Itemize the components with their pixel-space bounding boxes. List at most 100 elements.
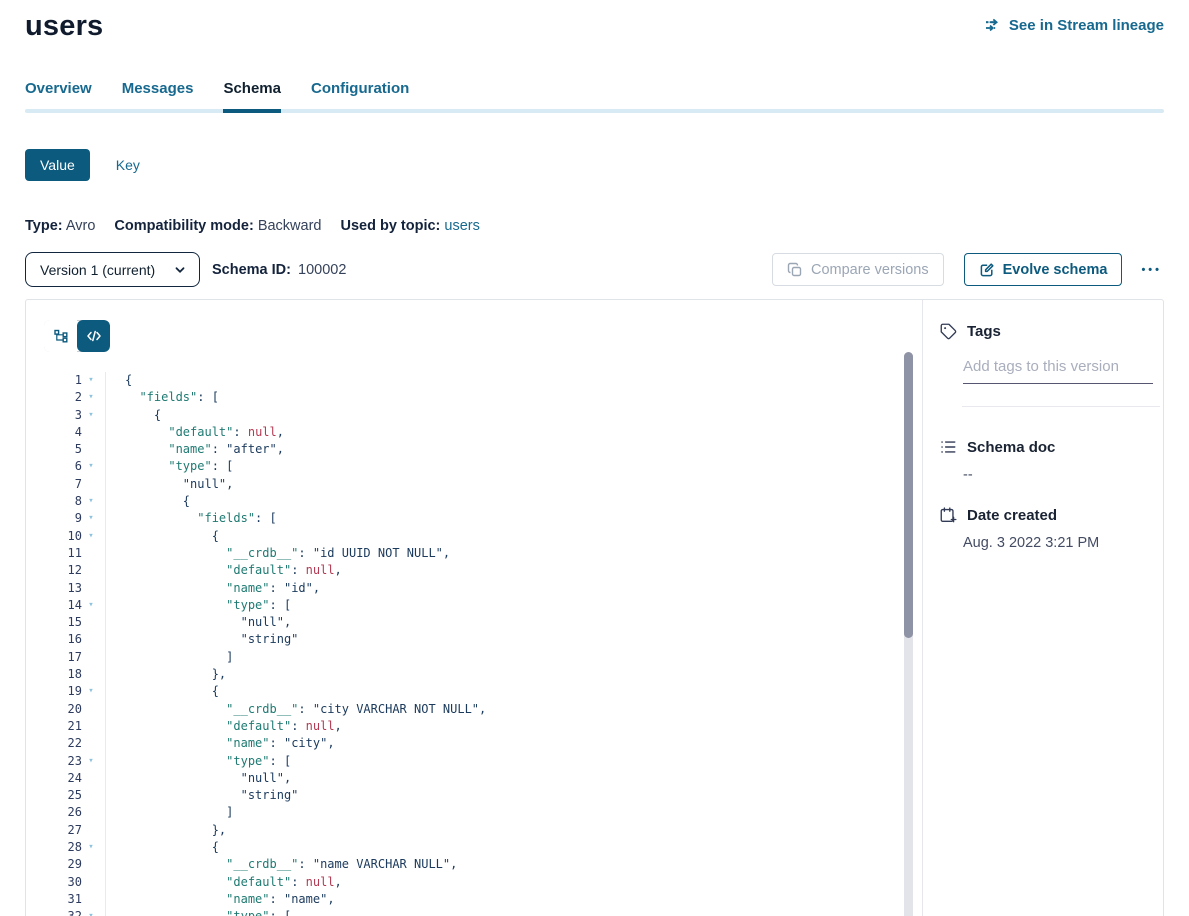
code-text: "type": [ (106, 597, 291, 614)
code-line: 28▾ { (44, 839, 922, 856)
code-line: 11 "__crdb__": "id UUID NOT NULL", (44, 545, 922, 562)
tab-overview[interactable]: Overview (25, 80, 92, 109)
compatibility-label: Compatibility mode: (114, 218, 253, 234)
fold-toggle-icon[interactable]: ▾ (82, 458, 100, 475)
value-tab-button[interactable]: Value (25, 149, 90, 181)
compare-versions-button[interactable]: Compare versions (772, 253, 944, 286)
code-line: 14▾ "type": [ (44, 597, 922, 614)
fold-toggle-icon[interactable]: ▾ (82, 683, 100, 700)
schema-page: users See in Stream lineage Overview Mess… (0, 0, 1189, 916)
code-line: 21 "default": null, (44, 718, 922, 735)
code-line: 12 "default": null, (44, 562, 922, 579)
fold-toggle-icon[interactable]: ▾ (82, 389, 100, 406)
tab-schema[interactable]: Schema (223, 80, 281, 109)
fold-toggle-icon[interactable]: ▾ (82, 407, 100, 424)
tabs: Overview Messages Schema Configuration (25, 80, 1164, 109)
fold-gutter (82, 545, 100, 562)
schema-id-label: Schema ID: (212, 262, 291, 278)
fold-toggle-icon[interactable]: ▾ (82, 493, 100, 510)
type-value: Avro (66, 218, 96, 234)
code-line: 27 }, (44, 822, 922, 839)
fold-toggle-icon[interactable]: ▾ (82, 597, 100, 614)
code-line: 5 "name": "after", (44, 441, 922, 458)
calendar-icon (939, 506, 957, 524)
code-line: 7 "null", (44, 476, 922, 493)
fold-gutter (82, 631, 100, 648)
code-text: "type": [ (106, 458, 233, 475)
tags-title: Tags (967, 323, 1001, 340)
schema-code-pane: 1▾{2▾ "fields": [3▾ {4 "default": null,5… (26, 300, 922, 916)
compatibility-value: Backward (258, 218, 322, 234)
line-number: 1 (44, 372, 82, 389)
type-label: Type: (25, 218, 63, 234)
line-number: 32 (44, 908, 82, 916)
fold-toggle-icon[interactable]: ▾ (82, 839, 100, 856)
key-tab-link[interactable]: Key (116, 157, 140, 173)
more-options-button[interactable]: ••• (1139, 260, 1164, 280)
code-text: "type": [ (106, 753, 291, 770)
line-number: 10 (44, 528, 82, 545)
fold-toggle-icon[interactable]: ▾ (82, 908, 100, 916)
version-select[interactable]: Version 1 (current) (25, 252, 200, 287)
version-select-value: Version 1 (current) (40, 262, 155, 278)
compare-icon (787, 262, 803, 278)
used-by-topic-link[interactable]: users (444, 218, 479, 234)
code-text: }, (106, 666, 226, 683)
line-number: 12 (44, 562, 82, 579)
code-line: 19▾ { (44, 683, 922, 700)
line-number: 11 (44, 545, 82, 562)
code-line: 15 "null", (44, 614, 922, 631)
add-tags-input[interactable] (963, 354, 1153, 384)
schema-view-toggle (44, 320, 110, 352)
code-line: 9▾ "fields": [ (44, 510, 922, 527)
tab-configuration[interactable]: Configuration (311, 80, 409, 109)
tree-view-icon (53, 328, 69, 344)
fold-gutter (82, 856, 100, 873)
code-text: "default": null, (106, 874, 342, 891)
version-controls-row: Version 1 (current) Schema ID: 100002 Co… (25, 252, 1164, 287)
line-number: 2 (44, 389, 82, 406)
code-line: 16 "string" (44, 631, 922, 648)
tabs-wrap: Overview Messages Schema Configuration (25, 80, 1164, 113)
stream-lineage-icon (984, 16, 1002, 34)
line-number: 27 (44, 822, 82, 839)
code-text: { (106, 839, 219, 856)
fold-toggle-icon[interactable]: ▾ (82, 753, 100, 770)
code-scrollbar-thumb[interactable] (904, 352, 913, 638)
code-line: 30 "default": null, (44, 874, 922, 891)
lineage-link-label: See in Stream lineage (1009, 17, 1164, 34)
code-line: 23▾ "type": [ (44, 753, 922, 770)
tree-view-button[interactable] (44, 320, 77, 352)
code-text: "type": [ (106, 908, 291, 916)
fold-gutter (82, 804, 100, 821)
fold-gutter (82, 562, 100, 579)
code-view-button[interactable] (77, 320, 110, 352)
fold-toggle-icon[interactable]: ▾ (82, 510, 100, 527)
tab-track (25, 109, 1164, 113)
code-scrollbar-track[interactable] (904, 352, 913, 916)
fold-gutter (82, 701, 100, 718)
code-line: 4 "default": null, (44, 424, 922, 441)
code-text: { (106, 528, 219, 545)
list-icon (939, 438, 957, 456)
evolve-schema-label: Evolve schema (1003, 262, 1108, 278)
see-in-stream-lineage-link[interactable]: See in Stream lineage (984, 16, 1164, 34)
tab-messages[interactable]: Messages (122, 80, 194, 109)
tags-section: Tags (939, 322, 1151, 407)
code-line: 25 "string" (44, 787, 922, 804)
fold-toggle-icon[interactable]: ▾ (82, 528, 100, 545)
line-number: 5 (44, 441, 82, 458)
tag-icon (939, 322, 957, 340)
line-number: 3 (44, 407, 82, 424)
code-text: "default": null, (106, 424, 284, 441)
code-line: 1▾{ (44, 372, 922, 389)
fold-gutter (82, 649, 100, 666)
evolve-schema-button[interactable]: Evolve schema (964, 253, 1123, 286)
fold-gutter (82, 718, 100, 735)
code-lines: 1▾{2▾ "fields": [3▾ {4 "default": null,5… (44, 372, 922, 916)
fold-gutter (82, 874, 100, 891)
fold-toggle-icon[interactable]: ▾ (82, 372, 100, 389)
schema-meta-row: Type: Avro Compatibility mode: Backward … (25, 218, 1164, 234)
line-number: 23 (44, 753, 82, 770)
date-created-section: Date created Aug. 3 2022 3:21 PM (939, 506, 1151, 551)
